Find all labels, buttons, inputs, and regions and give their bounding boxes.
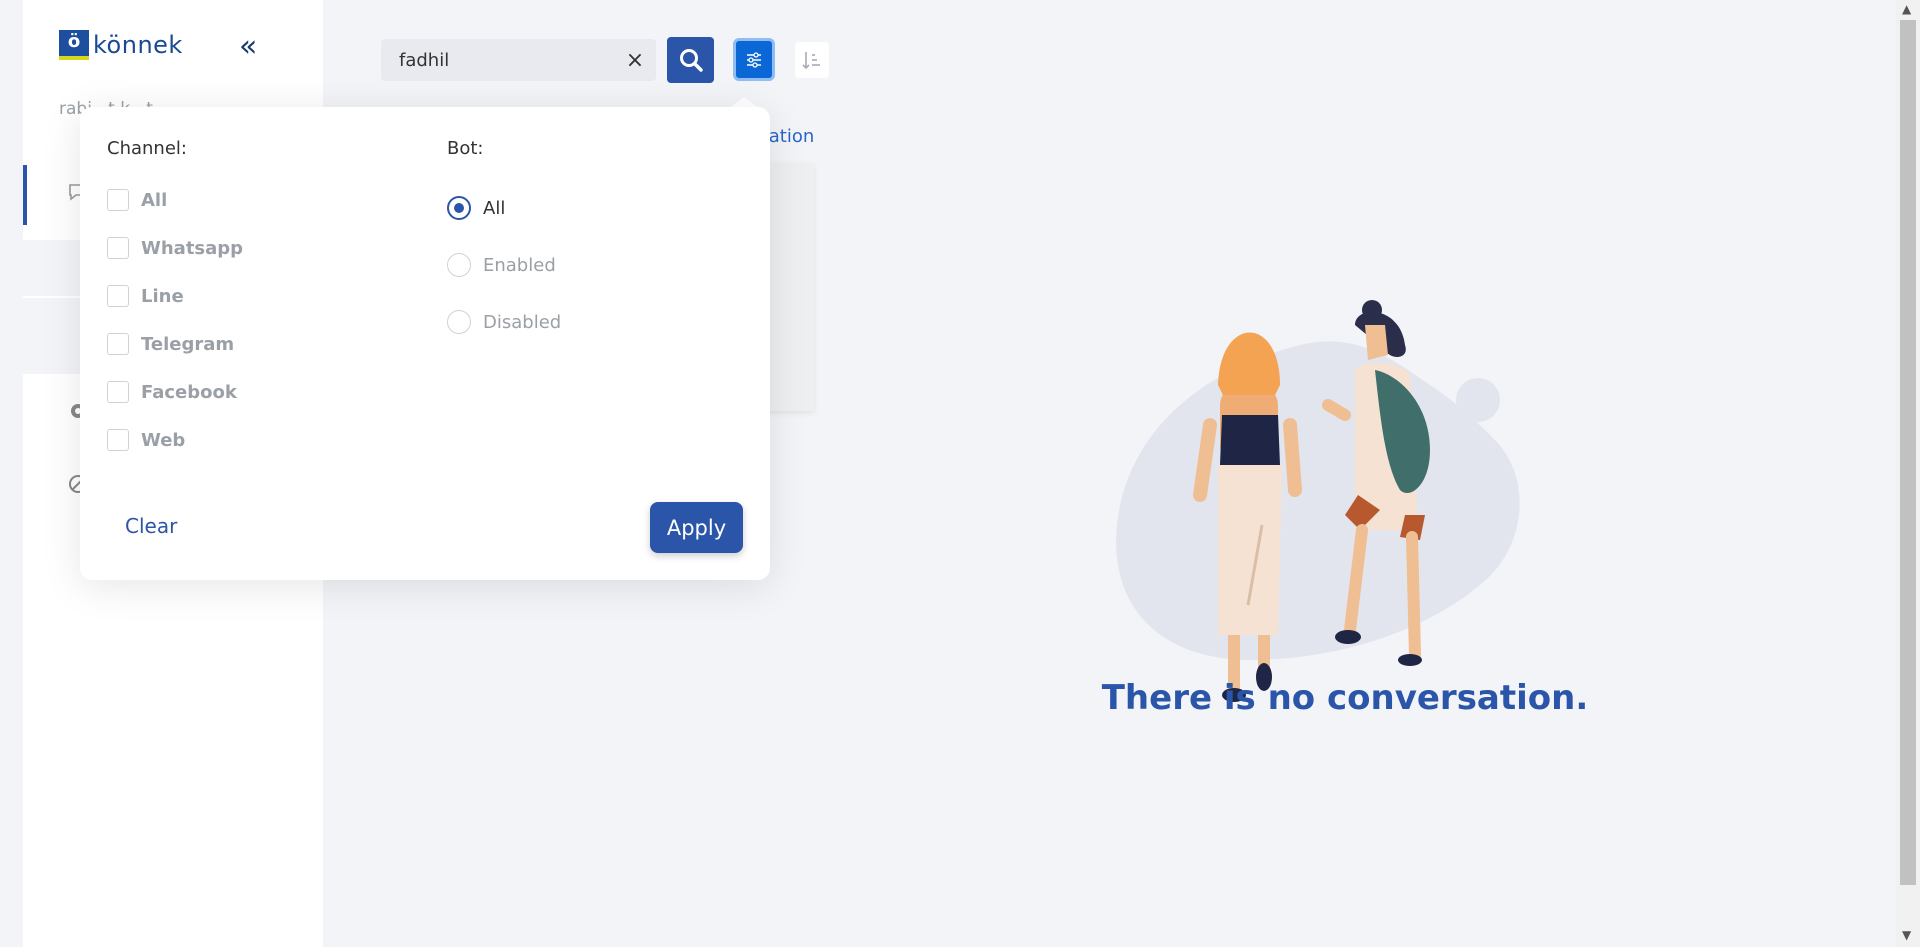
logo-text: könnek (93, 31, 183, 59)
channel-option-label: Facebook (141, 381, 237, 403)
search-input[interactable]: fadhil × (381, 39, 656, 81)
channel-option-web[interactable]: Web (107, 429, 185, 451)
search-input-value[interactable]: fadhil (399, 50, 614, 71)
channel-option-line[interactable]: Line (107, 285, 184, 307)
channel-option-all[interactable]: All (107, 189, 167, 211)
radio-button[interactable] (447, 253, 471, 277)
search-button[interactable] (667, 37, 714, 83)
clear-search-icon[interactable]: × (614, 48, 656, 73)
empty-state-illustration (1116, 300, 1520, 702)
app-logo[interactable]: ö könnek (59, 30, 183, 60)
checkbox[interactable] (107, 429, 129, 451)
nav-active-indicator (23, 165, 27, 225)
checkbox[interactable] (107, 237, 129, 259)
channel-option-label: All (141, 189, 168, 211)
bot-option-label: Disabled (483, 311, 562, 333)
checkbox[interactable] (107, 285, 129, 307)
checkbox[interactable] (107, 189, 129, 211)
bot-option-label: All (483, 197, 506, 219)
channel-option-label: Telegram (141, 333, 235, 355)
sort-button[interactable] (795, 42, 829, 78)
scroll-up-icon[interactable]: ▲ (1902, 2, 1911, 16)
bot-option-enabled[interactable]: Enabled (447, 253, 556, 277)
logo-mark: ö (59, 30, 89, 60)
channel-option-label: Web (141, 429, 186, 451)
filter-popover: Channel: Bot: All Whatsapp Line Telegram… (80, 107, 770, 580)
bot-option-label: Enabled (483, 254, 556, 276)
radio-button[interactable] (447, 310, 471, 334)
channel-option-whatsapp[interactable]: Whatsapp (107, 237, 243, 259)
filter-button[interactable] (733, 38, 775, 81)
scrollbar-thumb[interactable] (1900, 20, 1916, 885)
bot-title: Bot: (447, 138, 484, 159)
scrollbar[interactable]: ▲ ▼ (1896, 0, 1920, 947)
channel-option-label: Whatsapp (141, 237, 244, 259)
apply-button[interactable]: Apply (650, 502, 743, 553)
empty-state-message: There is no conversation. (1101, 678, 1589, 718)
collapse-sidebar-icon[interactable]: « (239, 32, 257, 62)
checkbox[interactable] (107, 381, 129, 403)
clear-button[interactable]: Clear (125, 514, 177, 538)
search-icon (679, 49, 703, 72)
left-gutter (0, 0, 23, 947)
bot-option-disabled[interactable]: Disabled (447, 310, 561, 334)
channel-option-facebook[interactable]: Facebook (107, 381, 237, 403)
radio-button[interactable] (447, 196, 471, 220)
bot-option-all[interactable]: All (447, 196, 505, 220)
channel-option-telegram[interactable]: Telegram (107, 333, 234, 355)
channel-option-label: Line (141, 285, 184, 307)
sliders-icon (747, 51, 761, 68)
sort-icon (802, 52, 820, 70)
checkbox[interactable] (107, 333, 129, 355)
channel-title: Channel: (107, 138, 187, 159)
scroll-down-icon[interactable]: ▼ (1902, 928, 1911, 942)
